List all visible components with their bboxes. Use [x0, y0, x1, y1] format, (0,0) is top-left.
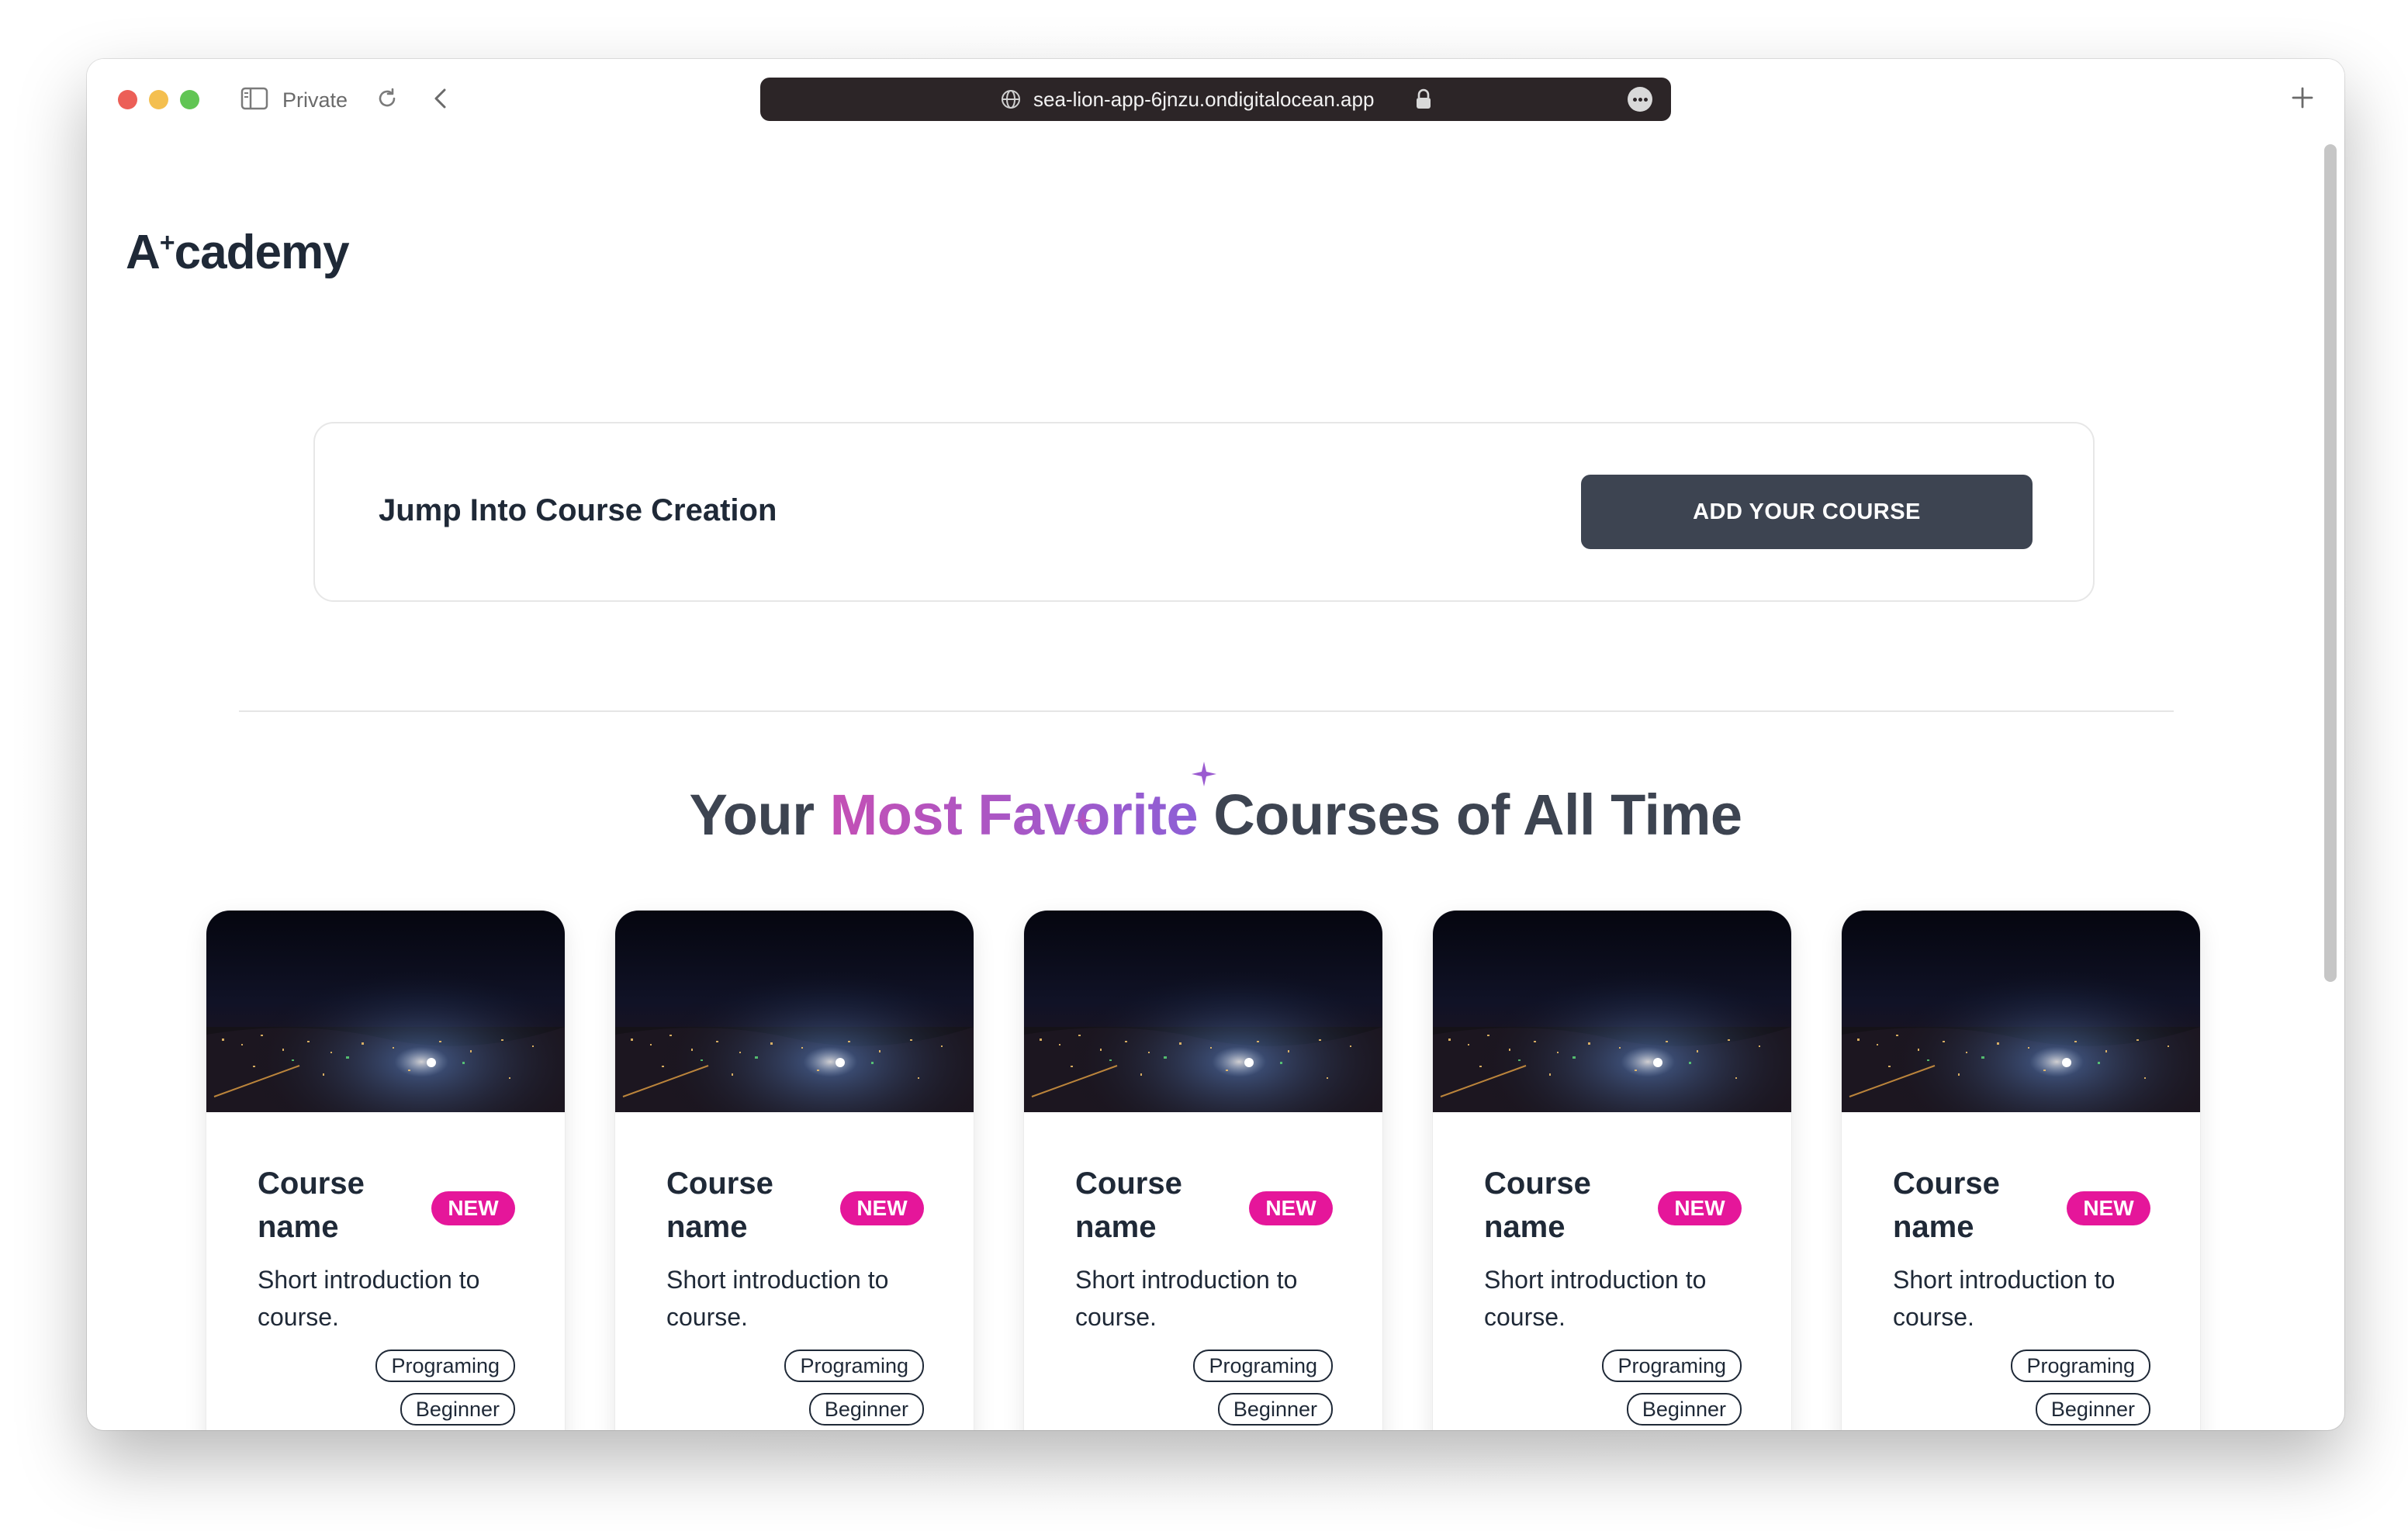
page-menu-icon[interactable] [1628, 87, 1652, 112]
section-divider [239, 710, 2174, 712]
course-description: Short introduction to course. [1484, 1266, 1707, 1331]
course-card[interactable]: Course name NEW Short introduction to co… [1433, 911, 1791, 1430]
browser-window: Private sea-lion-app-6jnzu.ondigitalocea… [87, 59, 2344, 1430]
tag-level[interactable]: Beginner [1626, 1393, 1742, 1426]
tag-level[interactable]: Beginner [400, 1393, 515, 1426]
tag-category[interactable]: Programing [784, 1350, 924, 1382]
course-thumbnail [1433, 911, 1791, 1112]
back-icon[interactable] [428, 85, 455, 112]
course-grid: Course name NEW Short introduction to co… [206, 911, 2208, 1430]
new-badge: NEW [431, 1191, 515, 1225]
new-badge: NEW [840, 1191, 924, 1225]
course-name[interactable]: Course name [1893, 1162, 2048, 1249]
tag-category[interactable]: Programing [1193, 1350, 1333, 1382]
tag-category[interactable]: Programing [375, 1350, 515, 1382]
course-description: Short introduction to course. [1075, 1266, 1298, 1331]
reload-icon[interactable] [374, 85, 400, 112]
minimize-window-button[interactable] [149, 90, 168, 109]
browser-toolbar: Private sea-lion-app-6jnzu.ondigitalocea… [87, 59, 2344, 140]
site-logo[interactable]: A+cademy [126, 225, 350, 280]
tag-level[interactable]: Beginner [2035, 1393, 2150, 1426]
course-description: Short introduction to course. [1893, 1266, 2116, 1331]
course-creation-banner: Jump Into Course Creation ADD YOUR COURS… [313, 422, 2095, 602]
zoom-window-button[interactable] [180, 90, 199, 109]
new-badge: NEW [1249, 1191, 1333, 1225]
new-tab-icon[interactable] [2289, 84, 2316, 112]
course-card[interactable]: Course name NEW Short introduction to co… [1024, 911, 1382, 1430]
url-text: sea-lion-app-6jnzu.ondigitalocean.app [1033, 88, 1375, 111]
add-course-button[interactable]: ADD YOUR COURSE [1581, 475, 2033, 549]
address-bar[interactable]: sea-lion-app-6jnzu.ondigitalocean.app [760, 78, 1671, 121]
sparkle-icon [1192, 762, 1216, 786]
course-name[interactable]: Course name [1075, 1162, 1230, 1249]
course-thumbnail [1024, 911, 1382, 1112]
sparkle-icon [1073, 810, 1093, 831]
sidebar-toggle-icon[interactable] [240, 87, 268, 110]
tag-category[interactable]: Programing [1602, 1350, 1742, 1382]
favorites-heading-highlight: Most Favorite [829, 783, 1199, 847]
favorites-heading: Your Most Favorite Courses of All Time [689, 783, 1742, 847]
course-name[interactable]: Course name [666, 1162, 822, 1249]
course-card[interactable]: Course name NEW Short introduction to co… [206, 911, 565, 1430]
new-badge: NEW [2067, 1191, 2150, 1225]
course-card[interactable]: Course name NEW Short introduction to co… [615, 911, 974, 1430]
tag-level[interactable]: Beginner [808, 1393, 924, 1426]
course-card[interactable]: Course name NEW Short introduction to co… [1842, 911, 2200, 1430]
lock-icon [1417, 88, 1431, 109]
globe-icon [1002, 90, 1020, 109]
course-description: Short introduction to course. [258, 1266, 480, 1331]
private-mode-label: Private [282, 88, 348, 112]
close-window-button[interactable] [118, 90, 137, 109]
banner-title: Jump Into Course Creation [379, 493, 777, 527]
course-name[interactable]: Course name [1484, 1162, 1639, 1249]
course-thumbnail [206, 911, 565, 1112]
page-content: A+cademy Jump Into Course Creation ADD Y… [87, 140, 2344, 1430]
course-thumbnail [1842, 911, 2200, 1112]
course-thumbnail [615, 911, 974, 1112]
course-name[interactable]: Course name [258, 1162, 413, 1249]
new-badge: NEW [1658, 1191, 1742, 1225]
tag-category[interactable]: Programing [2011, 1350, 2150, 1382]
tag-level[interactable]: Beginner [1217, 1393, 1333, 1426]
course-description: Short introduction to course. [666, 1266, 889, 1331]
